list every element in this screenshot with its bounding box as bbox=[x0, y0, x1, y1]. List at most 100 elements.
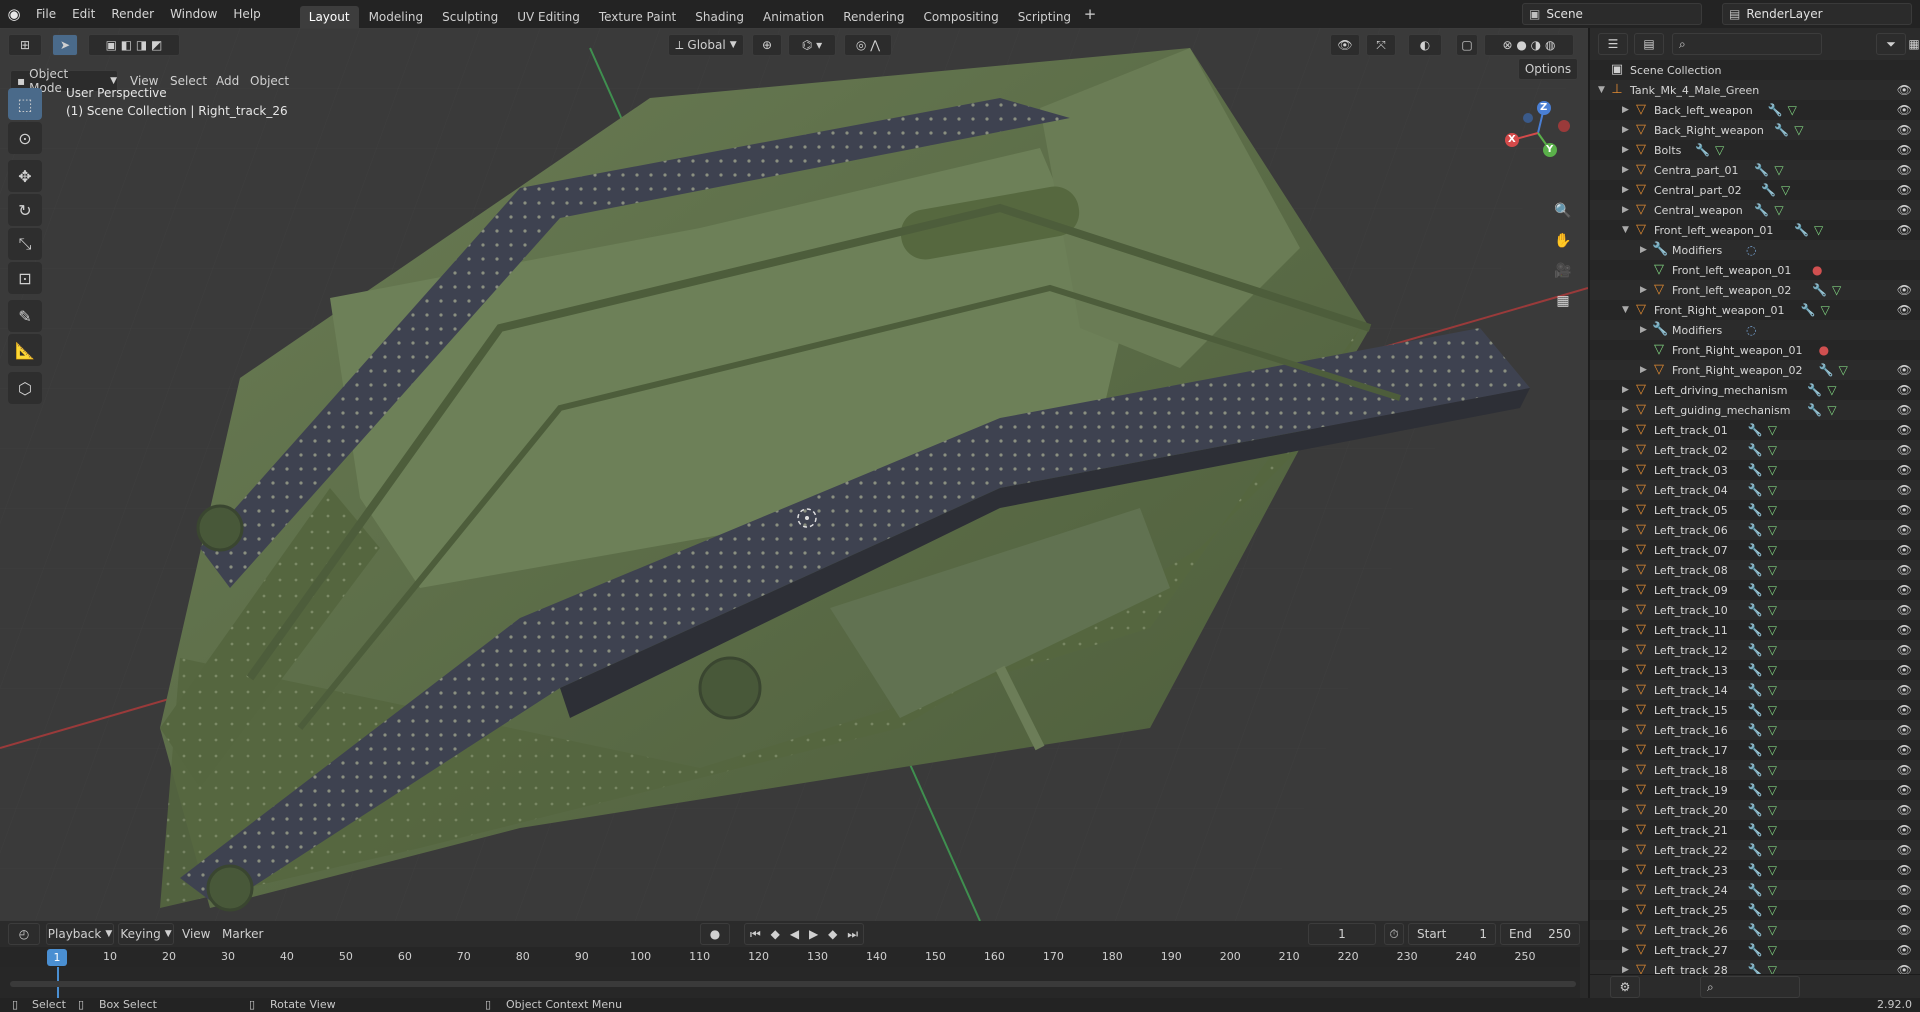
mesh-data-icon[interactable]: ▽ bbox=[1768, 863, 1777, 877]
outliner-item[interactable]: ▶ ▽ Left_track_05 🔧 ▽ 👁 bbox=[1590, 500, 1920, 520]
modifier-icon[interactable]: 🔧 bbox=[1748, 523, 1763, 537]
transform-tool-icon[interactable]: ⊡ bbox=[8, 262, 42, 294]
expand-right-icon[interactable]: ▶ bbox=[1622, 405, 1629, 415]
mesh-data-icon[interactable]: ▽ bbox=[1814, 223, 1823, 237]
tab-sculpting[interactable]: Sculpting bbox=[433, 6, 507, 28]
expand-right-icon[interactable]: ▶ bbox=[1622, 185, 1629, 195]
menu-window[interactable]: Window bbox=[162, 0, 225, 28]
outliner-item[interactable]: ▶ ▽ Central_weapon 🔧 ▽ 👁 bbox=[1590, 200, 1920, 220]
modifier-icon[interactable]: 🔧 bbox=[1748, 683, 1763, 697]
expand-right-icon[interactable]: ▶ bbox=[1622, 665, 1629, 675]
jump-end-icon[interactable]: ⏭ bbox=[847, 927, 858, 942]
move-tool-icon[interactable]: ✥ bbox=[8, 160, 42, 192]
expand-right-icon[interactable]: ▶ bbox=[1622, 465, 1629, 475]
xray-icon[interactable]: ▢ bbox=[1456, 34, 1478, 56]
modifier-icon[interactable]: 🔧 bbox=[1748, 443, 1763, 457]
visibility-icon[interactable]: 👁 bbox=[1330, 34, 1360, 56]
expand-right-icon[interactable]: ▶ bbox=[1622, 865, 1629, 875]
outliner-item[interactable]: ▶ ▽ Left_track_20 🔧 ▽ 👁 bbox=[1590, 800, 1920, 820]
outliner-item[interactable]: ▶ ▽ Left_track_02 🔧 ▽ 👁 bbox=[1590, 440, 1920, 460]
modifier-icon[interactable]: 🔧 bbox=[1754, 203, 1769, 217]
material-icon[interactable]: ● bbox=[1819, 343, 1829, 357]
visibility-eye-icon[interactable]: 👁 bbox=[1897, 683, 1912, 697]
playback-menu[interactable]: Playback ▼ bbox=[46, 923, 114, 945]
visibility-eye-icon[interactable]: 👁 bbox=[1897, 483, 1912, 497]
mesh-data-icon[interactable]: ▽ bbox=[1774, 203, 1783, 217]
visibility-eye-icon[interactable]: 👁 bbox=[1897, 83, 1912, 97]
prev-keyframe-icon[interactable]: ◆ bbox=[771, 927, 780, 941]
modifier-icon[interactable]: 🔧 bbox=[1748, 543, 1763, 557]
mesh-data-icon[interactable]: ▽ bbox=[1839, 363, 1848, 377]
expand-right-icon[interactable]: ▶ bbox=[1622, 765, 1629, 775]
expand-right-icon[interactable]: ▶ bbox=[1622, 885, 1629, 895]
outliner-item[interactable]: ▶ ▽ Left_track_21 🔧 ▽ 👁 bbox=[1590, 820, 1920, 840]
mesh-data-icon[interactable]: ▽ bbox=[1827, 403, 1836, 417]
proportional-edit-icon[interactable]: ◎ ⋀ bbox=[844, 34, 892, 56]
expand-right-icon[interactable]: ▶ bbox=[1622, 625, 1629, 635]
shading-modes[interactable]: ⊗ ● ◑ ◍ bbox=[1484, 34, 1574, 56]
expand-right-icon[interactable]: ▶ bbox=[1622, 805, 1629, 815]
outliner-item[interactable]: ▶ ▽ Left_track_17 🔧 ▽ 👁 bbox=[1590, 740, 1920, 760]
modifier-icon[interactable]: 🔧 bbox=[1748, 603, 1763, 617]
expand-right-icon[interactable]: ▶ bbox=[1622, 745, 1629, 755]
expand-right-icon[interactable]: ▶ bbox=[1640, 285, 1647, 295]
expand-right-icon[interactable]: ▶ bbox=[1622, 445, 1629, 455]
expand-right-icon[interactable]: ▶ bbox=[1622, 725, 1629, 735]
outliner-item[interactable]: ▶ ▽ Left_track_22 🔧 ▽ 👁 bbox=[1590, 840, 1920, 860]
mesh-data-icon[interactable]: ▽ bbox=[1768, 623, 1777, 637]
outliner-item[interactable]: ▼ ⊥ Tank_Mk_4_Male_Green 👁 bbox=[1590, 80, 1920, 100]
grid-perspective-icon[interactable]: ▦ bbox=[1550, 288, 1576, 314]
outliner-item[interactable]: ▶ ▽ Left_driving_mechanism 🔧 ▽ 👁 bbox=[1590, 380, 1920, 400]
measure-tool-icon[interactable]: 📐 bbox=[8, 334, 42, 366]
outliner-item[interactable]: ▽ Front_left_weapon_01 ● bbox=[1590, 260, 1920, 280]
visibility-eye-icon[interactable]: 👁 bbox=[1897, 783, 1912, 797]
expand-right-icon[interactable]: ▶ bbox=[1622, 105, 1629, 115]
rotate-tool-icon[interactable]: ↻ bbox=[8, 194, 42, 226]
modifier-icon[interactable]: 🔧 bbox=[1774, 123, 1789, 137]
cursor-tool-icon[interactable]: ⊙ bbox=[8, 122, 42, 154]
expand-right-icon[interactable]: ▶ bbox=[1622, 205, 1629, 215]
visibility-eye-icon[interactable]: 👁 bbox=[1897, 823, 1912, 837]
modifier-icon[interactable]: 🔧 bbox=[1768, 103, 1783, 117]
current-frame-field[interactable]: 1 bbox=[1308, 923, 1376, 945]
visibility-eye-icon[interactable]: 👁 bbox=[1897, 103, 1912, 117]
play-icon[interactable]: ▶ bbox=[809, 927, 818, 941]
visibility-eye-icon[interactable]: 👁 bbox=[1897, 743, 1912, 757]
expand-right-icon[interactable]: ▶ bbox=[1622, 545, 1629, 555]
expand-right-icon[interactable]: ▶ bbox=[1622, 145, 1629, 155]
modifier-icon[interactable]: 🔧 bbox=[1807, 383, 1822, 397]
modifier-icon[interactable]: 🔧 bbox=[1754, 163, 1769, 177]
camera-icon[interactable]: 🎥 bbox=[1550, 258, 1576, 284]
expand-right-icon[interactable]: ▶ bbox=[1622, 825, 1629, 835]
visibility-eye-icon[interactable]: 👁 bbox=[1897, 443, 1912, 457]
outliner-item[interactable]: ▶ ▽ Left_track_15 🔧 ▽ 👁 bbox=[1590, 700, 1920, 720]
expand-right-icon[interactable]: ▶ bbox=[1622, 845, 1629, 855]
visibility-eye-icon[interactable]: 👁 bbox=[1897, 923, 1912, 937]
visibility-eye-icon[interactable]: 👁 bbox=[1897, 123, 1912, 137]
outliner-item[interactable]: ▼ ▽ Front_Right_weapon_01 🔧 ▽ 👁 bbox=[1590, 300, 1920, 320]
outliner-item[interactable]: ▶ ▽ Left_track_07 🔧 ▽ 👁 bbox=[1590, 540, 1920, 560]
mesh-data-icon[interactable]: ▽ bbox=[1768, 543, 1777, 557]
mesh-data-icon[interactable]: ▽ bbox=[1768, 563, 1777, 577]
modifier-icon[interactable]: 🔧 bbox=[1748, 623, 1763, 637]
visibility-eye-icon[interactable]: 👁 bbox=[1897, 843, 1912, 857]
visibility-eye-icon[interactable]: 👁 bbox=[1897, 763, 1912, 777]
mesh-data-icon[interactable]: ▽ bbox=[1768, 943, 1777, 957]
outliner-item[interactable]: ▶ ▽ Left_track_09 🔧 ▽ 👁 bbox=[1590, 580, 1920, 600]
tab-rendering[interactable]: Rendering bbox=[834, 6, 913, 28]
expand-right-icon[interactable]: ▶ bbox=[1622, 925, 1629, 935]
visibility-eye-icon[interactable]: 👁 bbox=[1897, 703, 1912, 717]
tab-uv-editing[interactable]: UV Editing bbox=[508, 6, 589, 28]
visibility-eye-icon[interactable]: 👁 bbox=[1897, 403, 1912, 417]
pan-hand-icon[interactable]: ✋ bbox=[1550, 228, 1576, 254]
navigation-gizmo[interactable]: Z X Y 🔍 ✋ 🎥 ▦ bbox=[1488, 88, 1588, 338]
mesh-data-icon[interactable]: ▽ bbox=[1768, 923, 1777, 937]
outliner-item[interactable]: ▽ Front_Right_weapon_01 ● bbox=[1590, 340, 1920, 360]
outliner-item[interactable]: ▶ ▽ Left_track_14 🔧 ▽ 👁 bbox=[1590, 680, 1920, 700]
mesh-data-icon[interactable]: ▽ bbox=[1794, 123, 1803, 137]
modifier-icon[interactable]: 🔧 bbox=[1748, 923, 1763, 937]
mesh-data-icon[interactable]: ▽ bbox=[1768, 523, 1777, 537]
menu-help[interactable]: Help bbox=[225, 0, 268, 28]
outliner-item[interactable]: ▶ ▽ Left_track_16 🔧 ▽ 👁 bbox=[1590, 720, 1920, 740]
mesh-data-icon[interactable]: ▽ bbox=[1768, 703, 1777, 717]
